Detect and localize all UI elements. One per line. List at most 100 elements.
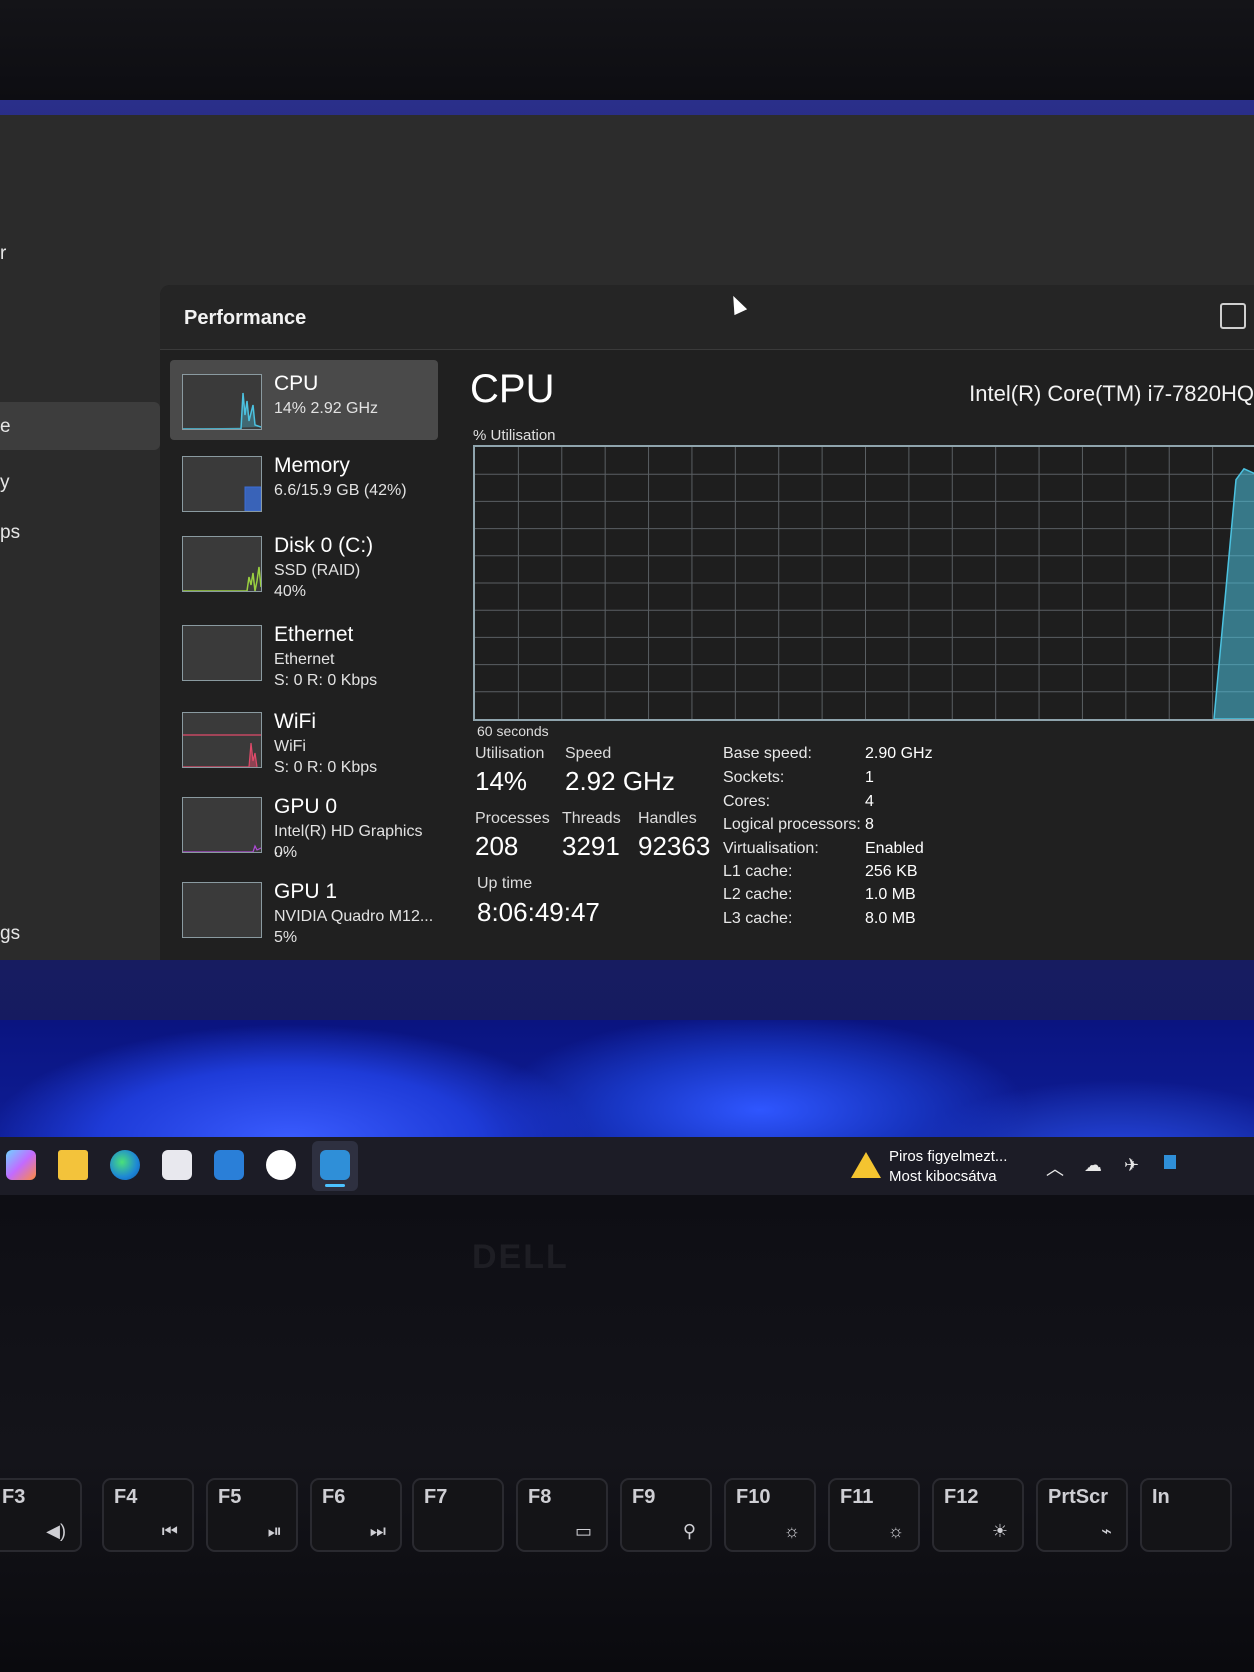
device-detail: S: 0 R: 0 Kbps <box>274 672 378 689</box>
edge-icon[interactable] <box>110 1150 140 1180</box>
device-ethernet[interactable]: Ethernet Ethernet S: 0 R: 0 Kbps <box>170 611 438 691</box>
key-glyph-icon: ⏭ <box>369 1521 386 1541</box>
threads-value: 3291 <box>562 831 620 861</box>
device-detail: 5% <box>274 929 298 946</box>
graph-label: % Utilisation <box>473 427 556 444</box>
copilot-icon[interactable] <box>6 1150 36 1180</box>
nav-item-selected-bg[interactable] <box>0 402 160 450</box>
key-f8[interactable]: F8 ▭ <box>516 1478 608 1552</box>
cpu-utilisation-trace <box>1213 467 1254 719</box>
device-name: Memory <box>274 454 350 477</box>
speed-label: Speed <box>565 745 612 762</box>
cloud-icon[interactable]: ☁ <box>1084 1155 1102 1176</box>
key-f6[interactable]: F6 ⏭ <box>310 1478 402 1552</box>
key-glyph-icon: ☼ <box>783 1521 801 1541</box>
nav-item-performance[interactable]: e <box>0 416 11 438</box>
key-label: F4 <box>114 1486 138 1508</box>
device-gpu-0[interactable]: GPU 0 Intel(R) HD Graphics ... 0% <box>170 783 438 863</box>
key-label: PrtScr <box>1048 1486 1109 1508</box>
spec-l1-cache-value: 256 KB <box>865 863 918 880</box>
device-gpu-1[interactable]: GPU 1 NVIDIA Quadro M12... 5% <box>170 868 438 948</box>
key-label: F3 <box>2 1486 26 1508</box>
device-wifi[interactable]: WiFi WiFi S: 0 R: 0 Kbps <box>170 698 438 778</box>
tray-app-icon[interactable] <box>1164 1155 1176 1169</box>
cpu-thumbnail <box>182 374 262 430</box>
nav-item-title-fragment: r <box>0 243 7 264</box>
key-glyph-icon: ⏮ <box>161 1521 178 1541</box>
taskbar: Piros figyelmezt... Most kibocsátva ︿ ☁ … <box>0 1137 1254 1195</box>
handles-value: 92363 <box>638 831 711 861</box>
nav-item-settings[interactable]: gs <box>0 923 20 945</box>
wifi-thumbnail <box>182 712 262 768</box>
device-disk-0[interactable]: Disk 0 (C:) SSD (RAID) 40% <box>170 522 438 602</box>
device-memory[interactable]: Memory 6.6/15.9 GB (42%) <box>170 442 438 522</box>
store-icon[interactable] <box>162 1150 192 1180</box>
device-name: Disk 0 (C:) <box>274 534 374 557</box>
spec-base-speed-label: Base speed: <box>723 745 812 762</box>
gpu1-thumbnail <box>182 882 262 938</box>
key-glyph-icon: ⏯ <box>267 1521 282 1541</box>
device-name: Ethernet <box>274 623 354 646</box>
task-manager-window: r e y ps gs Performance CPU 14% 2.92 GHz <box>0 115 1254 960</box>
device-subtitle: NVIDIA Quadro M12... <box>274 908 434 925</box>
device-detail: S: 0 R: 0 Kbps <box>274 759 378 776</box>
key-f3[interactable]: F3 ◀) <box>0 1478 82 1552</box>
handles-label: Handles <box>638 810 697 827</box>
spec-virtualisation-label: Virtualisation: <box>723 840 819 857</box>
device-detail: 40% <box>274 583 307 600</box>
slack-icon[interactable] <box>266 1150 296 1180</box>
device-name: GPU 0 <box>274 795 338 818</box>
key-label: F5 <box>218 1486 242 1508</box>
key-f7[interactable]: F7 <box>412 1478 504 1552</box>
key-f11[interactable]: F11 ☼ <box>828 1478 920 1552</box>
device-subtitle: Intel(R) HD Graphics ... <box>274 823 423 858</box>
spec-l3-cache-value: 8.0 MB <box>865 910 916 927</box>
warning-icon[interactable] <box>851 1152 881 1178</box>
utilisation-label: Utilisation <box>475 745 545 762</box>
nav-pane: r e y ps gs <box>0 115 160 960</box>
key-f12[interactable]: F12 ☀ <box>932 1478 1024 1552</box>
key-label: F8 <box>528 1486 552 1508</box>
notification-title[interactable]: Piros figyelmezt... <box>889 1148 1007 1165</box>
key-label: In <box>1152 1486 1170 1508</box>
device-detail: 0% <box>274 844 298 861</box>
device-cpu[interactable]: CPU 14% 2.92 GHz <box>170 360 438 440</box>
nav-item-app-history[interactable]: y <box>0 472 10 494</box>
network-icon[interactable]: ✈ <box>1124 1155 1139 1176</box>
device-subtitle: Ethernet <box>274 651 335 668</box>
detail-title: CPU <box>470 367 555 411</box>
key-f9[interactable]: F9 ⚲ <box>620 1478 712 1552</box>
notification-subtitle[interactable]: Most kibocsátva <box>889 1168 997 1185</box>
key-glyph-icon: ☼ <box>887 1521 905 1541</box>
spec-cores-label: Cores: <box>723 793 771 810</box>
file-explorer-icon[interactable] <box>58 1150 88 1180</box>
spec-virtualisation-value: Enabled <box>865 840 924 857</box>
key-glyph-icon: ▭ <box>574 1521 592 1541</box>
page-title: Performance <box>184 307 307 329</box>
device-subtitle: SSD (RAID) <box>274 562 361 579</box>
cpu-model: Intel(R) Core(TM) i7-7820HQ <box>969 381 1254 406</box>
task-manager-icon[interactable] <box>320 1150 350 1180</box>
mail-icon[interactable] <box>214 1150 244 1180</box>
key-label: F6 <box>322 1486 346 1508</box>
key-in[interactable]: In <box>1140 1478 1232 1552</box>
key-f10[interactable]: F10 ☼ <box>724 1478 816 1552</box>
key-f4[interactable]: F4 ⏮ <box>102 1478 194 1552</box>
spec-cores-value: 4 <box>865 793 874 810</box>
chevron-up-icon[interactable]: ︿ <box>1046 1155 1064 1181</box>
cpu-graph-svg <box>475 447 1254 719</box>
spec-logical-processors-value: 8 <box>865 816 874 833</box>
performance-panel: Performance CPU 14% 2.92 GHz Memory 6.6/… <box>160 285 1254 960</box>
run-new-task-icon[interactable] <box>1220 303 1246 329</box>
spec-l2-cache-label: L2 cache: <box>723 886 793 903</box>
key-label: F11 <box>840 1486 874 1508</box>
laptop-bezel-bottom <box>0 1195 1254 1672</box>
spec-l2-cache-value: 1.0 MB <box>865 886 916 903</box>
nav-item-startup-apps[interactable]: ps <box>0 522 20 544</box>
device-subtitle: WiFi <box>274 738 306 755</box>
key-f5[interactable]: F5 ⏯ <box>206 1478 298 1552</box>
key-prtscr[interactable]: PrtScr ⌁ <box>1036 1478 1128 1552</box>
graph-time-span: 60 seconds <box>477 723 549 739</box>
key-glyph-icon: ⚲ <box>682 1521 696 1541</box>
key-label: F10 <box>736 1486 771 1508</box>
